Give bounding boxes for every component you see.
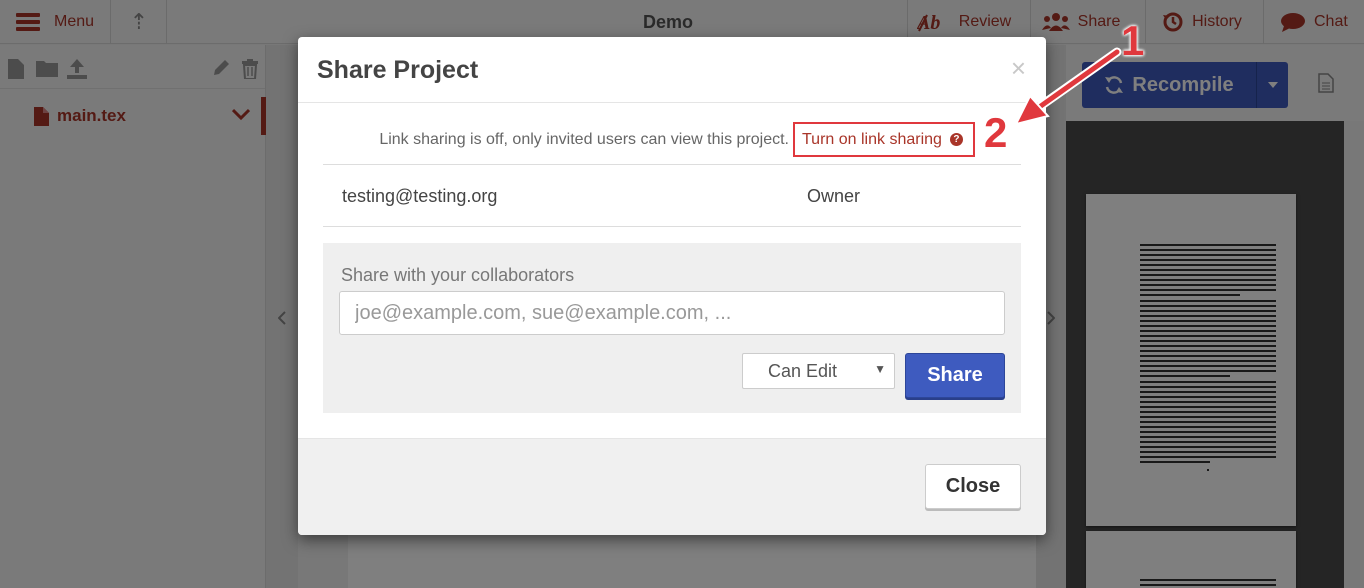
annotation-step-2: 2 [984,109,1008,156]
annotation-step-1: 1 [1121,17,1145,64]
annotation-arrow [1014,47,1122,126]
